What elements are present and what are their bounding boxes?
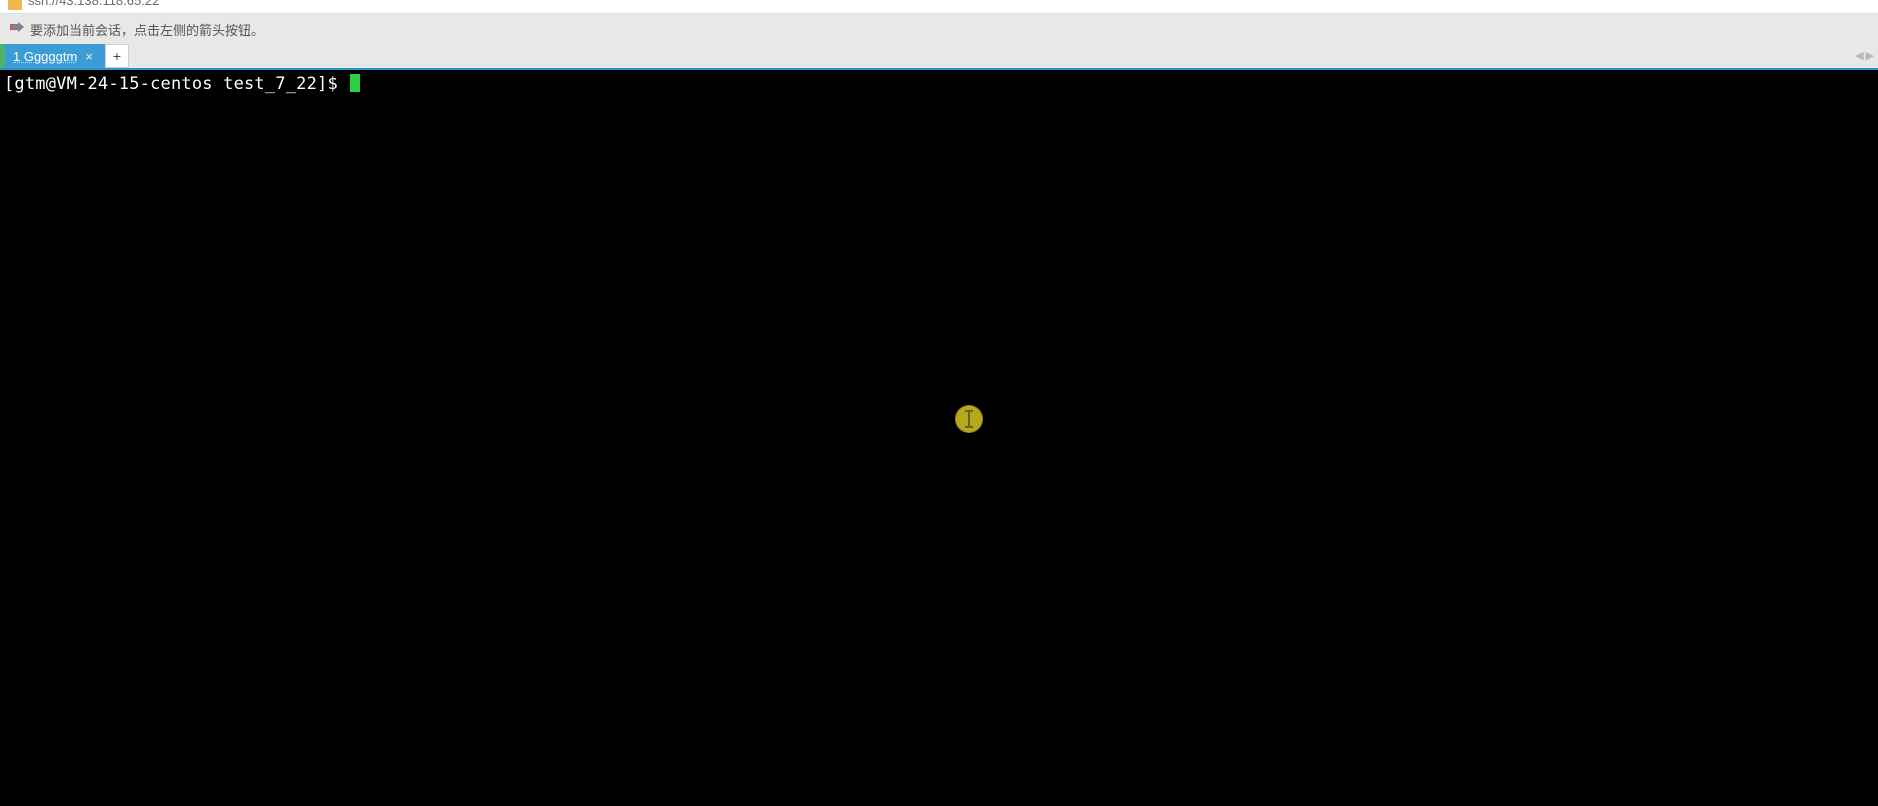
tab-scroll-right-icon[interactable]: ▶	[1866, 51, 1874, 62]
tab-scroll-left-icon[interactable]: ◀	[1855, 51, 1863, 62]
tab-bar: 1 Gggggtm × + ◀ ▶	[0, 44, 1878, 68]
address-bar[interactable]: ssh://43.138.118.65:22	[0, 0, 1878, 14]
address-path: ssh://43.138.118.65:22	[28, 0, 159, 6]
folder-icon	[8, 0, 22, 10]
cursor-icon	[350, 74, 360, 92]
tab-scroll-controls: ◀ ▶	[1855, 44, 1878, 68]
session-tab[interactable]: 1 Gggggtm ×	[5, 44, 105, 68]
shell-prompt: [gtm@VM-24-15-centos test_7_22]$	[4, 74, 348, 94]
ibeam-cursor-icon	[968, 412, 970, 426]
session-tab-label: 1 Gggggtm	[13, 49, 77, 64]
terminal-area[interactable]: [gtm@VM-24-15-centos test_7_22]$	[0, 68, 1878, 806]
hint-bar: 要添加当前会话，点击左侧的箭头按钮。	[0, 14, 1878, 44]
close-icon[interactable]: ×	[85, 50, 93, 63]
hint-text: 要添加当前会话，点击左侧的箭头按钮。	[30, 20, 264, 39]
flag-arrow-icon	[10, 22, 24, 36]
new-tab-button[interactable]: +	[105, 44, 129, 68]
mouse-pointer-highlight	[955, 405, 983, 433]
terminal-content[interactable]: [gtm@VM-24-15-centos test_7_22]$	[0, 70, 1878, 98]
